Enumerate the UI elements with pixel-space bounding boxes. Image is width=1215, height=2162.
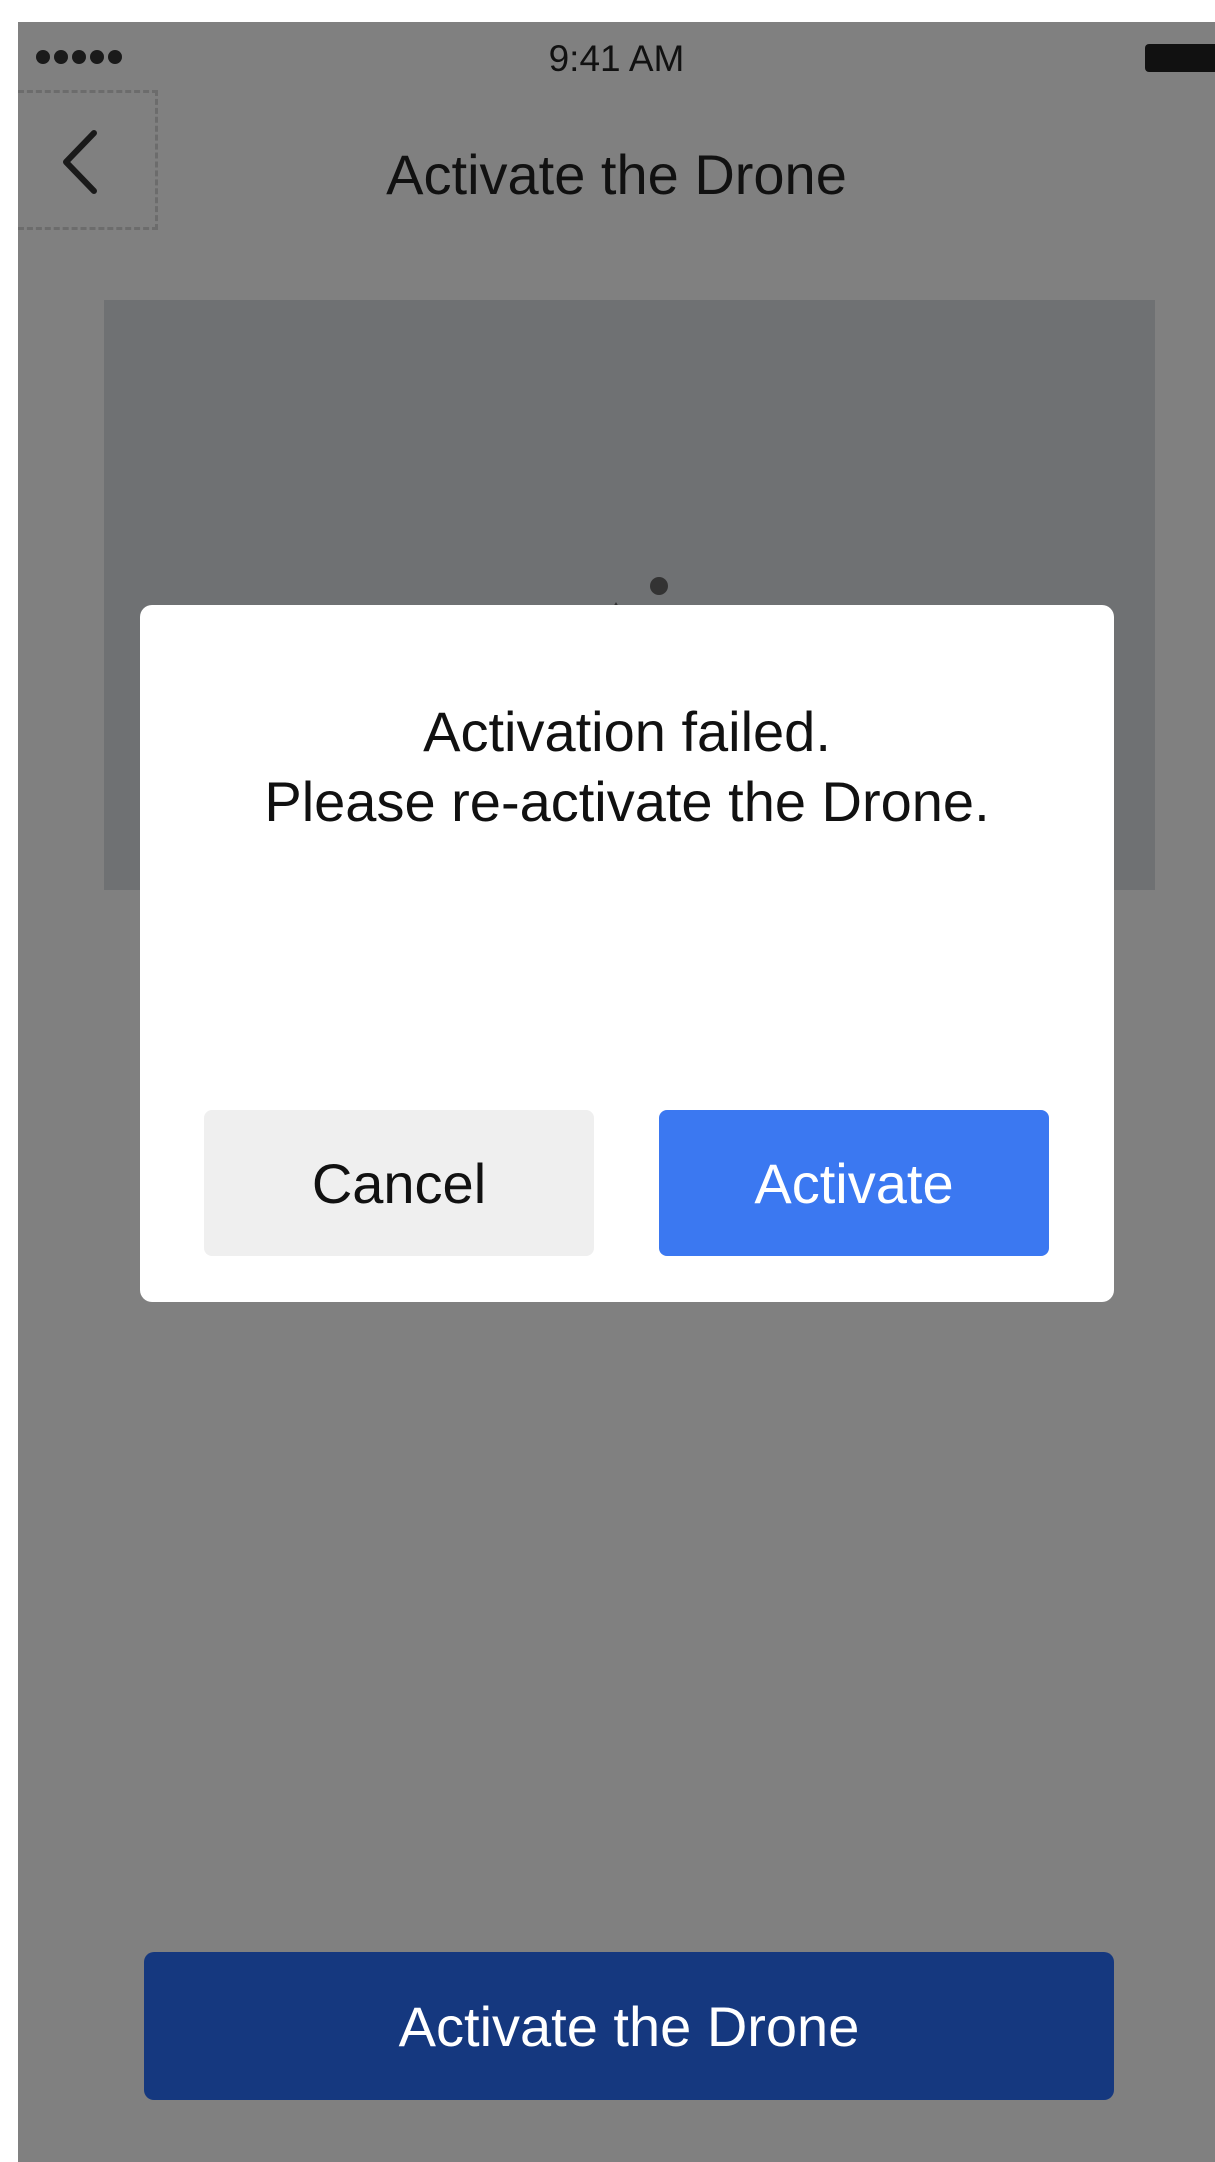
dialog-message-line-1: Activation failed.	[423, 700, 831, 763]
cancel-button[interactable]: Cancel	[204, 1110, 594, 1256]
activation-failed-dialog: Activation failed. Please re-activate th…	[140, 605, 1114, 1302]
status-bar: 9:41 AM	[18, 22, 1215, 102]
activate-drone-button[interactable]: Activate the Drone	[144, 1952, 1114, 2100]
status-time: 9:41 AM	[548, 38, 685, 79]
activate-button[interactable]: Activate	[659, 1110, 1049, 1256]
dialog-message: Activation failed. Please re-activate th…	[140, 697, 1114, 837]
dialog-message-line-2: Please re-activate the Drone.	[264, 770, 990, 833]
page-title: Activate the Drone	[386, 143, 847, 206]
battery-icon	[1145, 44, 1215, 72]
app-screen: 9:41 AM Activate the Drone Activation fa…	[18, 22, 1215, 2162]
